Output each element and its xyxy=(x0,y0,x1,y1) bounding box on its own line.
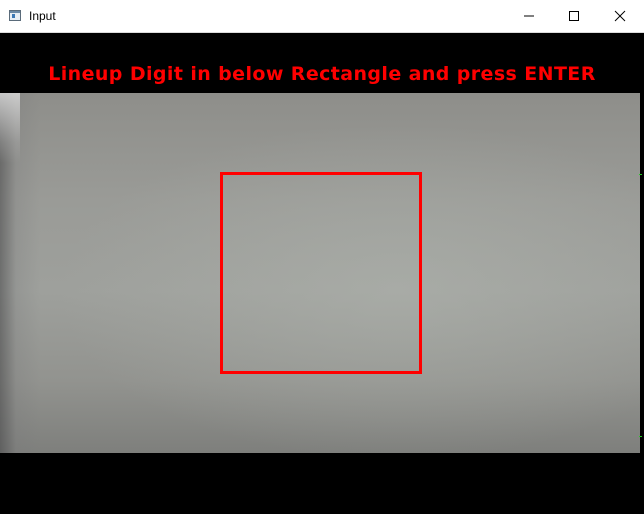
instruction-text: Lineup Digit in below Rectangle and pres… xyxy=(48,63,596,85)
minimize-button[interactable] xyxy=(506,0,552,32)
window-title: Input xyxy=(29,9,56,23)
maximize-button[interactable] xyxy=(551,0,597,32)
target-rectangle xyxy=(220,172,422,374)
edge-artifact xyxy=(639,174,642,175)
close-button[interactable] xyxy=(597,0,643,32)
title-bar[interactable]: Input xyxy=(0,0,644,33)
edge-artifact xyxy=(639,436,642,437)
image-display-area: Lineup Digit in below Rectangle and pres… xyxy=(0,33,644,514)
minimize-icon xyxy=(524,15,534,17)
maximize-icon xyxy=(569,11,579,21)
close-icon xyxy=(614,10,626,22)
input-window: Input Lineup Digit in below Rectangle an… xyxy=(0,0,644,514)
app-window-icon xyxy=(9,10,21,21)
